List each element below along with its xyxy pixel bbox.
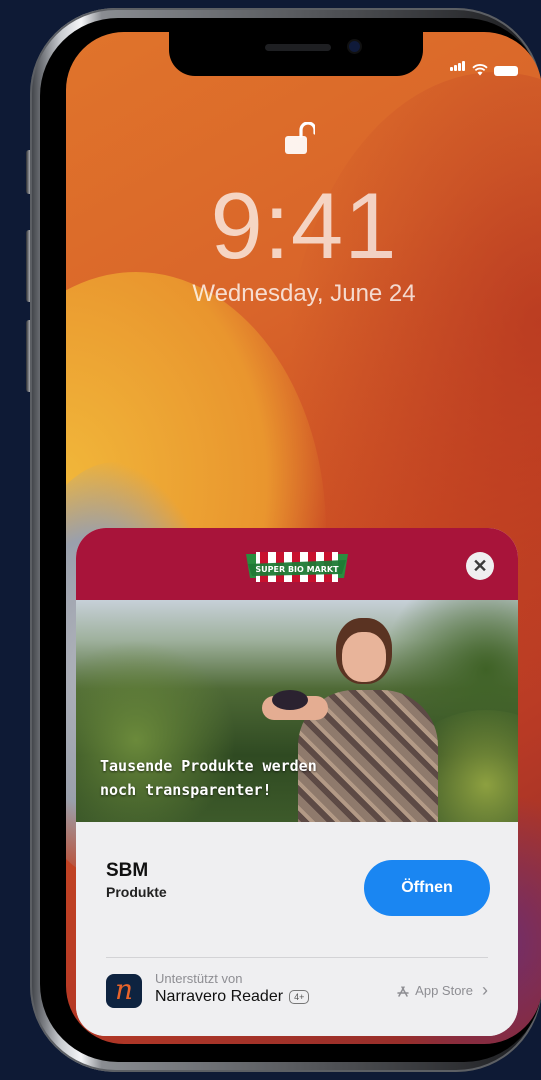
app-clip-header: SUPER BIO MARKT ✕	[76, 528, 518, 600]
promo-banner-image: Tausende Produkte werden noch transparen…	[76, 600, 518, 822]
close-button[interactable]: ✕	[466, 552, 494, 580]
chevron-right-icon: ›	[482, 980, 488, 1000]
app-name: SBM	[106, 860, 149, 881]
app-store-link[interactable]: App Store ›	[396, 980, 488, 1001]
open-button[interactable]: Öffnen	[364, 860, 490, 916]
signal-icon	[450, 58, 466, 76]
app-clip-info-panel: SBM Produkte Öffnen n Unterstützt von Na…	[76, 822, 518, 1036]
banner-text-line-2: noch transparenter!	[100, 781, 272, 799]
speaker-grille	[265, 44, 331, 51]
close-icon: ✕	[472, 555, 488, 576]
front-camera	[349, 41, 360, 52]
app-store-icon	[397, 985, 409, 997]
app-clip-card: SUPER BIO MARKT ✕ Tausende Produkte werd…	[76, 528, 518, 1036]
supported-by-label: Unterstützt von	[155, 971, 243, 986]
status-bar	[450, 58, 518, 76]
battery-icon	[494, 66, 518, 76]
provider-name: Narravero Reader	[155, 988, 284, 1005]
provider-row: Narravero Reader 4+	[155, 988, 310, 1006]
grapes	[272, 690, 308, 710]
narravero-app-icon: n	[106, 974, 142, 1008]
super-bio-markt-logo: SUPER BIO MARKT	[246, 552, 348, 582]
svg-text:SUPER BIO MARKT: SUPER BIO MARKT	[255, 565, 339, 574]
app-store-label: App Store	[415, 983, 473, 998]
lock-screen-time: 9:41	[210, 173, 398, 278]
divider	[106, 957, 488, 958]
lock-screen-date: Wednesday, June 24	[192, 280, 416, 307]
notch	[169, 32, 423, 76]
banner-headline: Tausende Produkte werden noch transparen…	[100, 754, 317, 802]
app-subtitle: Produkte	[106, 884, 167, 900]
wifi-icon	[472, 64, 488, 76]
banner-text-line-1: Tausende Produkte werden	[100, 757, 317, 775]
age-rating-badge: 4+	[289, 990, 310, 1004]
unlocked-padlock-icon	[285, 122, 315, 154]
